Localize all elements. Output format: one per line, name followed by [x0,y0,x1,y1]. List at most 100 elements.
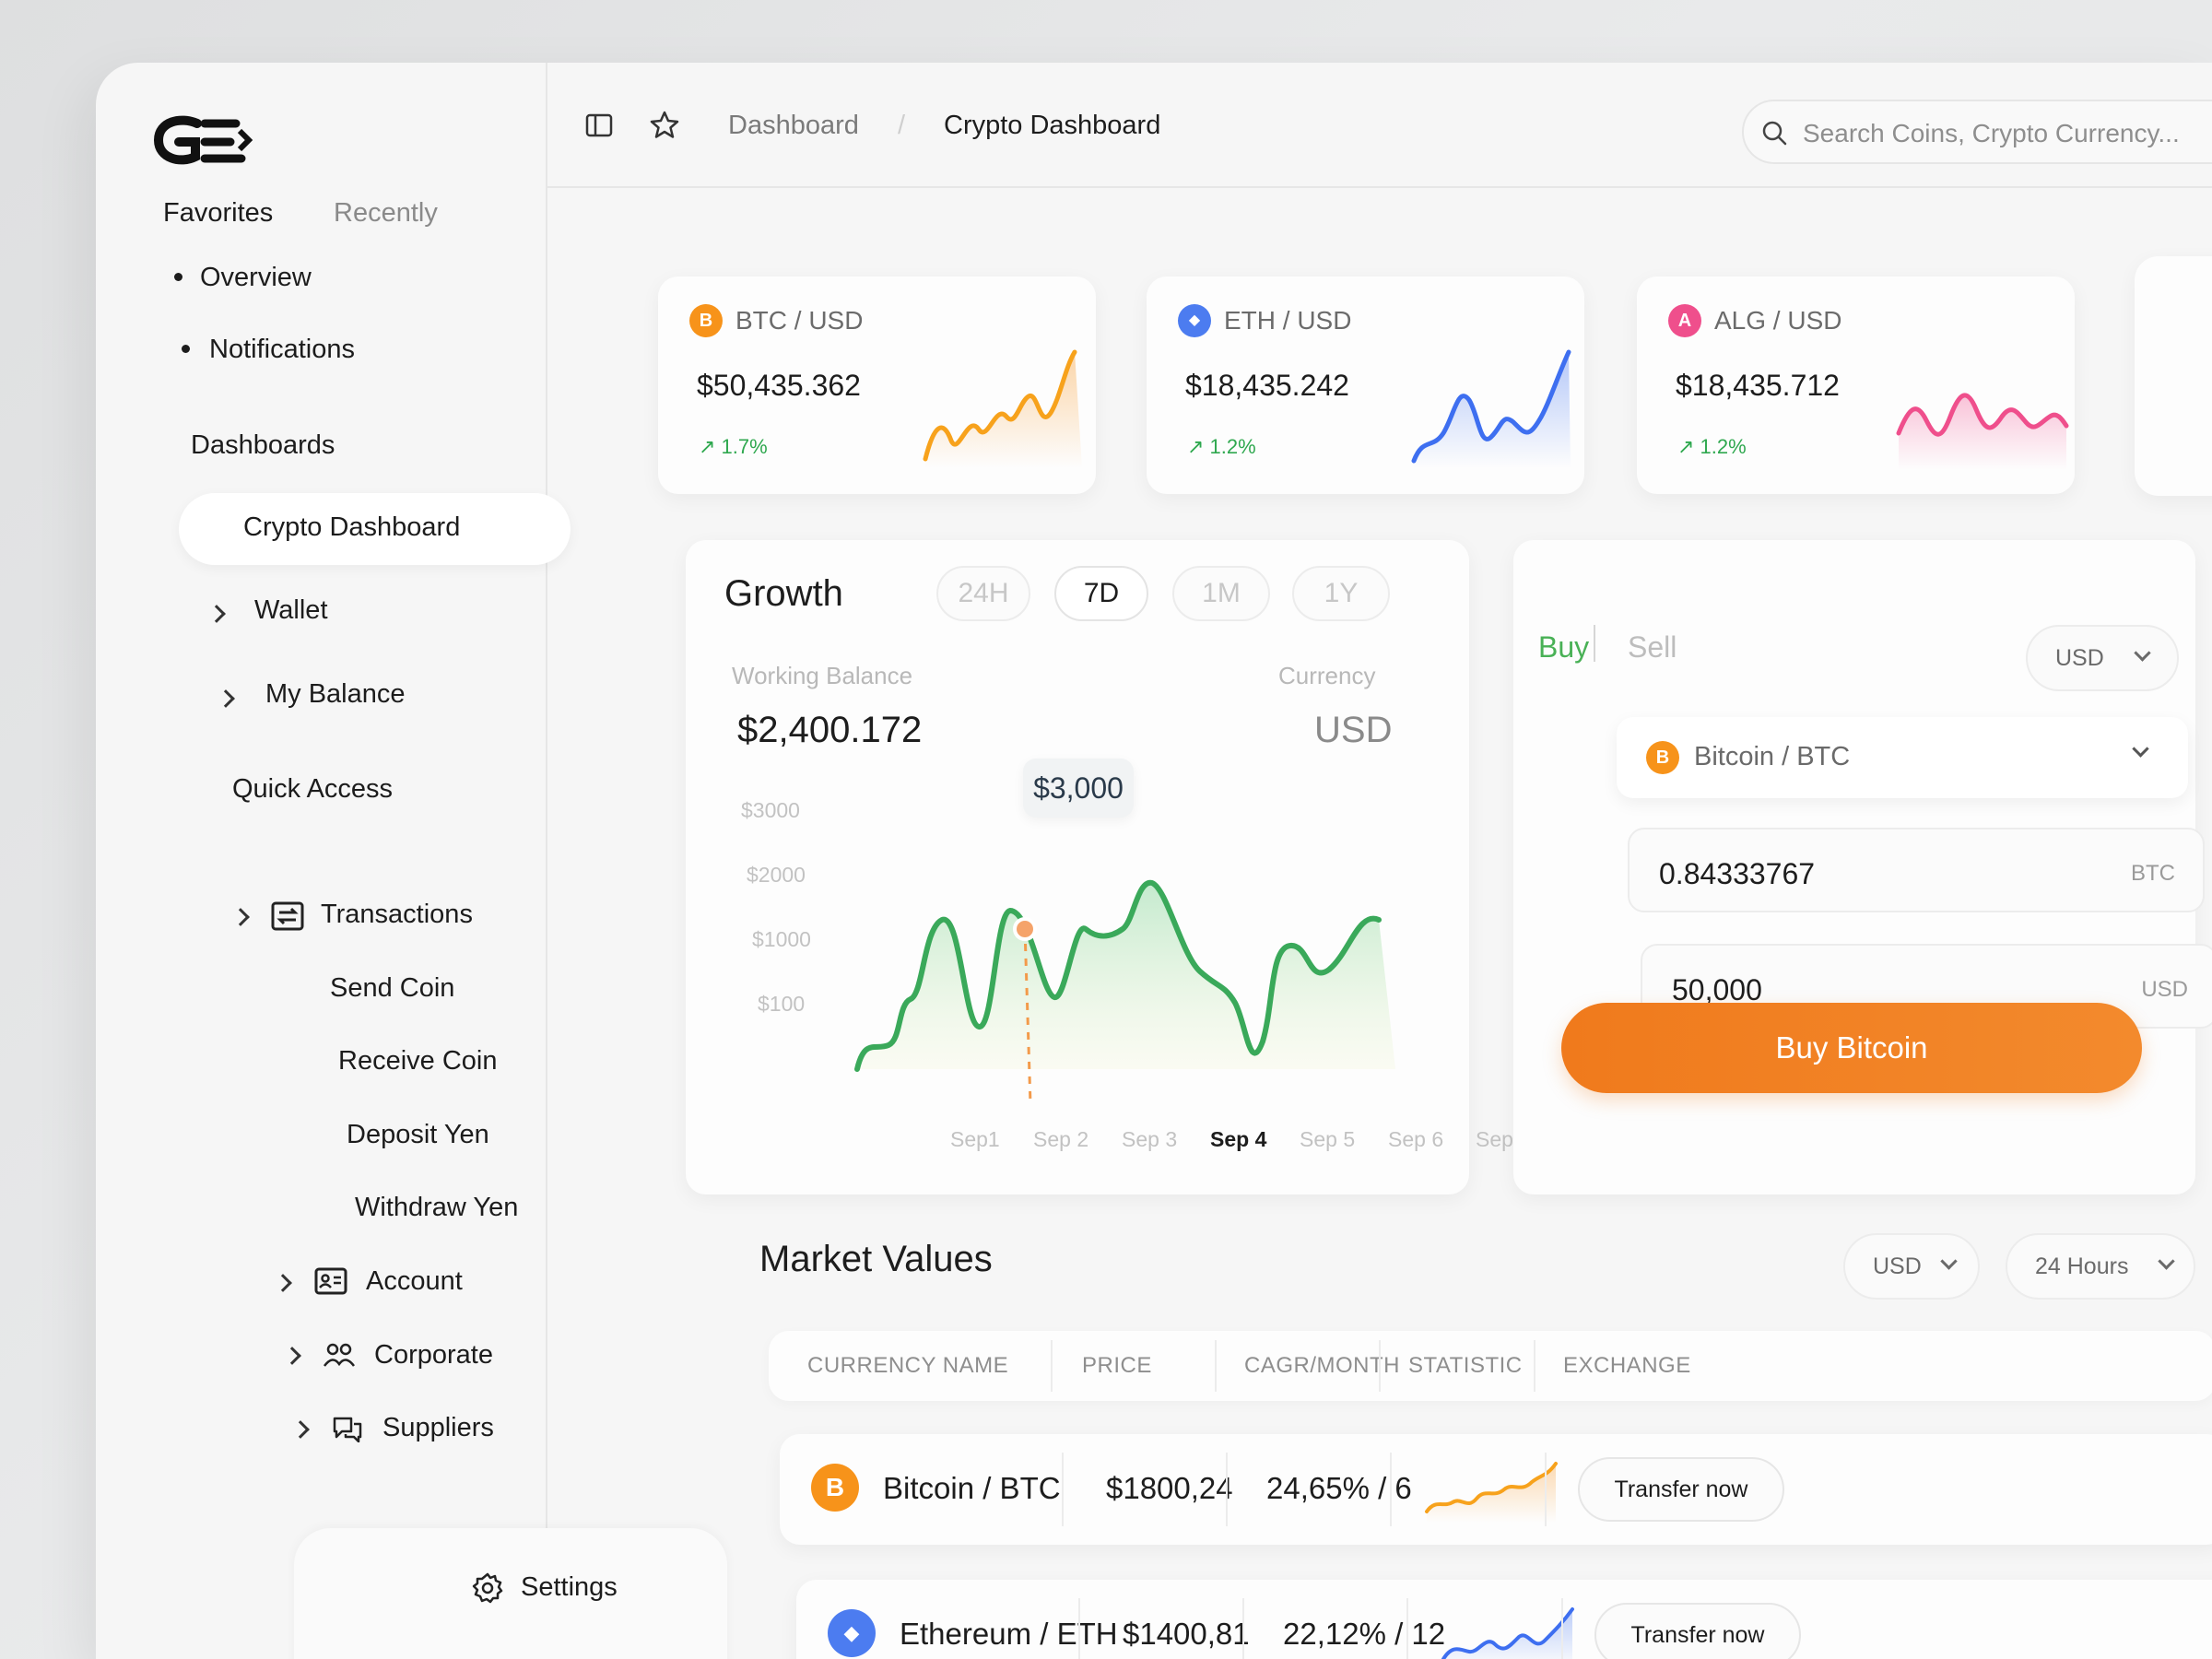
range-7d-button[interactable]: 7D [1054,566,1148,621]
dashboards-heading: Dashboards [191,430,335,460]
ticker-change: ↗ 1.2% [1677,435,1747,458]
column-divider [1078,1598,1080,1659]
bullet-icon [174,273,182,281]
buy-bitcoin-button[interactable]: Buy Bitcoin [1561,1003,2142,1093]
crypto-amount-value: 0.84333767 [1659,857,1816,890]
column-divider [1534,1340,1535,1392]
ticker-card-eth[interactable]: ◆ ETH / USD $18,435.242 ↗ 1.2% [1147,276,1584,494]
ticker-change-value: 1.7% [721,435,768,458]
eth-statistic-sparkline [1441,1607,1574,1659]
sidebar-item-my-balance[interactable]: My Balance [265,679,406,710]
y-tick: $3000 [741,798,800,822]
sidebar-item-label: Crypto Dashboard [243,512,461,542]
table-row[interactable]: ◆ Ethereum / ETH $1400,81 22,12% / 12 Tr… [796,1580,2212,1659]
sidebar-toggle-icon[interactable] [585,112,613,139]
ethereum-icon: ◆ [1178,304,1211,337]
ticker-change: ↗ 1.2% [1187,435,1256,458]
chevron-down-icon [2158,1253,2175,1270]
x-tick: Sep 6 [1388,1127,1444,1151]
chevron-down-icon [2134,644,2151,662]
x-tick: Sep1 [950,1127,1000,1151]
market-currency-select[interactable]: USD [1843,1233,1980,1300]
search-input[interactable]: Search Coins, Crypto Currency... [1742,100,2212,164]
balance-label: Working Balance [732,662,913,689]
ticker-card-alg[interactable]: A ALG / USD $18,435.712 ↗ 1.2% [1637,276,2075,494]
column-divider [1215,1340,1217,1392]
cagr: 22,12% / 12 [1283,1617,1446,1651]
column-header: PRICE [1082,1353,1152,1378]
market-table-header: CURRENCY NAME PRICE CAGR/MONTH STATISTIC… [769,1331,2212,1401]
ticker-card-btc[interactable]: B BTC / USD $50,435.362 ↗ 1.7% [658,276,1096,494]
side-card-partial [2135,256,2212,496]
ticker-pair: BTC / USD [735,306,864,335]
currency-name: Ethereum / ETH [900,1617,1118,1651]
chevron-right-icon[interactable] [274,1274,292,1292]
sidebar-item-corporate[interactable]: Corporate [374,1340,493,1371]
transfer-now-button[interactable]: Transfer now [1594,1603,1801,1659]
chevron-down-icon [1940,1253,1958,1270]
ticker-price: $18,435.242 [1185,369,1349,402]
bitcoin-icon: B [811,1464,859,1512]
breadcrumb-root[interactable]: Dashboard [728,111,859,141]
crypto-amount-field[interactable]: 0.84333767 BTC [1628,828,2205,912]
tab-recently[interactable]: Recently [334,198,438,229]
price: $1400,81 [1123,1617,1250,1651]
trade-currency-select[interactable]: USD [2026,625,2179,691]
market-currency-value: USD [1873,1253,1922,1279]
market-title: Market Values [759,1239,993,1279]
star-icon[interactable] [649,110,680,141]
column-divider [1051,1340,1053,1392]
breadcrumb-separator: / [898,111,906,140]
gear-icon [472,1572,503,1604]
ticker-change: ↗ 1.7% [699,435,768,458]
sidebar-item-receive-coin[interactable]: Receive Coin [338,1046,497,1077]
column-divider [1379,1340,1381,1392]
settings-link[interactable]: Settings [521,1572,618,1603]
favorite-overview[interactable]: Overview [200,263,312,293]
column-divider [1226,1453,1228,1526]
sidebar-item-crypto-dashboard[interactable]: Crypto Dashboard [179,493,571,565]
eth-sparkline [1411,349,1571,468]
sidebar-item-wallet[interactable]: Wallet [254,595,328,626]
tab-sell[interactable]: Sell [1628,630,1677,665]
app-logo [153,115,253,165]
sidebar-item-account[interactable]: Account [366,1266,463,1297]
tab-buy[interactable]: Buy [1538,630,1589,665]
chevron-right-icon[interactable] [207,605,226,623]
chevron-right-icon[interactable] [231,908,250,926]
range-1m-button[interactable]: 1M [1172,566,1270,621]
sidebar-item-deposit-yen[interactable]: Deposit Yen [347,1120,489,1150]
sidebar-item-withdraw-yen[interactable]: Withdraw Yen [355,1193,518,1223]
chevron-right-icon[interactable] [283,1347,301,1365]
algorand-icon: A [1668,304,1701,337]
sidebar: Favorites Recently Overview Notification… [96,63,727,1659]
market-period-select[interactable]: 24 Hours [2006,1233,2195,1300]
fiat-amount-unit: USD [2141,977,2188,1002]
transfer-now-button[interactable]: Transfer now [1578,1457,1784,1522]
currency-label: Currency [1278,662,1376,689]
settings-card: Settings [294,1528,727,1659]
ticker-pair: ETH / USD [1224,306,1352,335]
breadcrumb-current: Crypto Dashboard [944,111,1161,140]
tab-favorites[interactable]: Favorites [163,198,273,229]
price: $1800,24 [1106,1471,1233,1505]
bitcoin-icon: B [1646,741,1679,774]
growth-title: Growth [724,573,843,614]
y-tick: $100 [758,992,806,1016]
chevron-right-icon[interactable] [217,689,235,708]
table-row[interactable]: B Bitcoin / BTC $1800,24 24,65% / 6 Tran… [780,1434,2212,1545]
range-24h-button[interactable]: 24H [936,566,1030,621]
favorite-notifications[interactable]: Notifications [209,335,355,365]
ethereum-icon: ◆ [828,1609,876,1657]
column-header: CURRENCY NAME [807,1353,1009,1378]
asset-select[interactable]: B Bitcoin / BTC [1617,717,2188,798]
chevron-right-icon[interactable] [291,1420,310,1439]
ticker-change-value: 1.2% [1209,435,1256,458]
ticker-price: $18,435.712 [1676,369,1840,402]
column-header: STATISTIC [1408,1353,1523,1378]
range-1y-button[interactable]: 1Y [1292,566,1390,621]
ticker-change-value: 1.2% [1700,435,1747,458]
sidebar-item-transactions[interactable]: Transactions [321,900,473,930]
sidebar-item-suppliers[interactable]: Suppliers [382,1413,494,1443]
sidebar-item-send-coin[interactable]: Send Coin [330,973,454,1004]
